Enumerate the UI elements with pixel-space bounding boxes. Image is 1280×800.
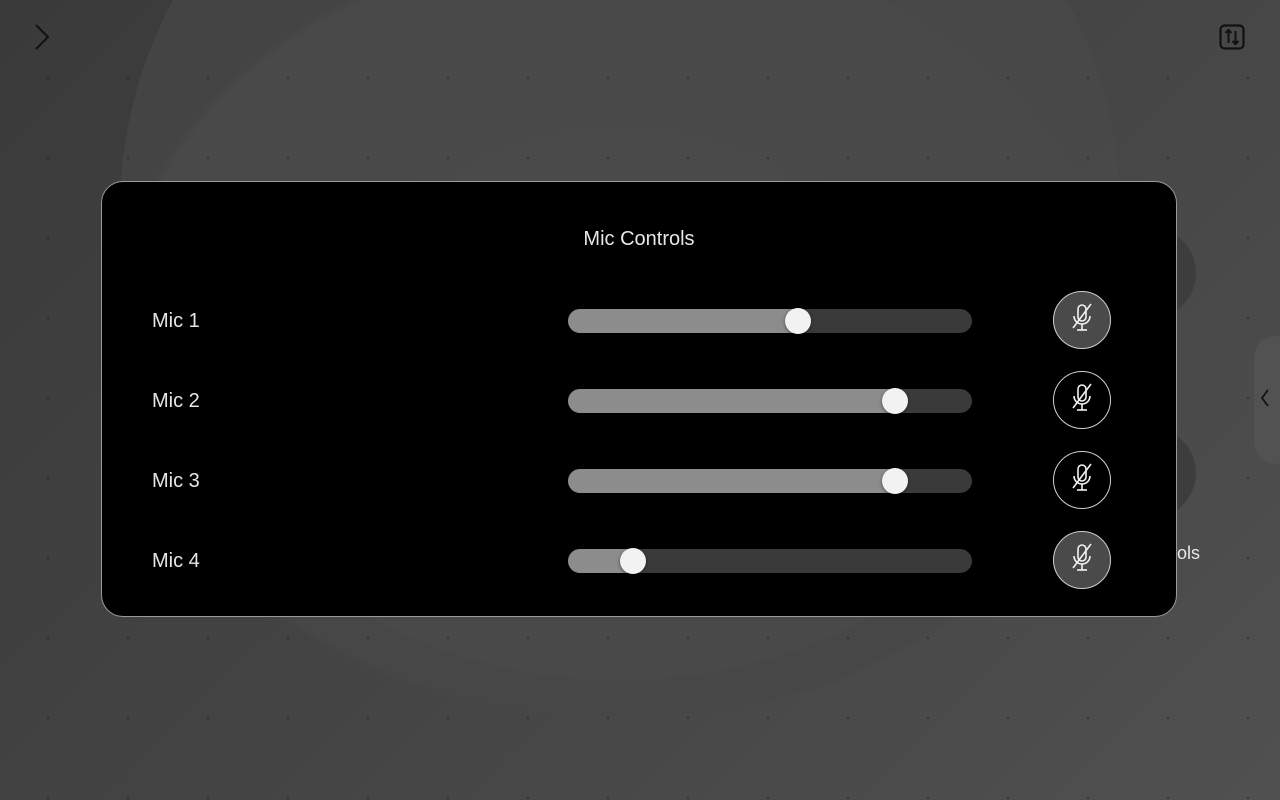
mute-mic-button[interactable]: [1053, 531, 1111, 589]
side-panel-tab[interactable]: [1254, 336, 1280, 464]
mute-mic-button[interactable]: [1053, 291, 1111, 349]
mic-label: Mic 2: [152, 390, 200, 412]
mic-row-1: Mic 1: [102, 291, 1176, 351]
panel-title: Mic Controls: [583, 228, 695, 250]
mic-label: Mic 3: [152, 470, 200, 492]
mic-controls-panel: Mic Controls Mic 1 Mic 2 Mic 3 Mic 4: [101, 181, 1177, 617]
mic-level-slider[interactable]: [568, 468, 972, 494]
slider-fill: [568, 469, 907, 493]
slider-fill: [568, 389, 907, 413]
slider-fill: [568, 309, 810, 333]
mic-row-3: Mic 3: [102, 451, 1176, 511]
mic-muted-icon: [1067, 541, 1097, 580]
mic-label: Mic 1: [152, 310, 200, 332]
mic-label: Mic 4: [152, 550, 200, 572]
mic-muted-icon: [1067, 301, 1097, 340]
mic-level-slider[interactable]: [568, 548, 972, 574]
mic-row-4: Mic 4: [102, 531, 1176, 591]
slider-thumb[interactable]: [785, 308, 811, 334]
mic-muted-icon: [1067, 461, 1097, 500]
mic-row-2: Mic 2: [102, 371, 1176, 431]
mic-level-slider[interactable]: [568, 388, 972, 414]
mic-muted-icon: [1067, 381, 1097, 420]
slider-thumb[interactable]: [620, 548, 646, 574]
mute-mic-button[interactable]: [1053, 451, 1111, 509]
slider-thumb[interactable]: [882, 468, 908, 494]
mute-mic-button[interactable]: [1053, 371, 1111, 429]
chevron-right-icon[interactable]: [28, 22, 56, 52]
mic-level-slider[interactable]: [568, 308, 972, 334]
settings-toggle-icon[interactable]: [1219, 24, 1245, 50]
chevron-left-icon: [1260, 388, 1270, 413]
slider-thumb[interactable]: [882, 388, 908, 414]
